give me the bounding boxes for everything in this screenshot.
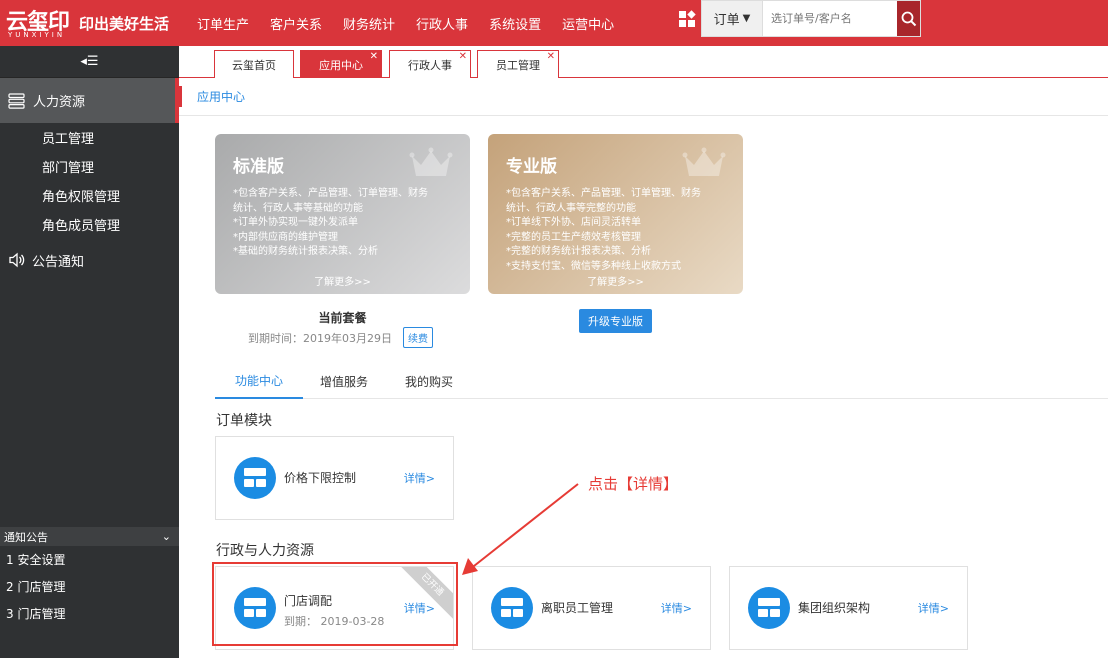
feature-card-org-structure[interactable]: 集团组织架构 详情> [729, 566, 968, 650]
card-title: 价格下限控制 [284, 471, 357, 485]
notice-panel-header[interactable]: 通知公告 ⌄ [0, 527, 179, 546]
tab-hr-admin[interactable]: 行政人事 ✕ [389, 50, 471, 78]
section-title-order: 订单模块 [216, 413, 272, 429]
tab-home[interactable]: 云玺首页 [214, 50, 294, 78]
sidebar-item-departments[interactable]: 部门管理 [0, 152, 179, 181]
learn-more-link[interactable]: 了解更多>> [215, 273, 470, 288]
chevron-down-icon: ⌄ [161, 530, 171, 543]
logo-sub-text: YUNXIYIN [8, 31, 66, 39]
plan-feature: *包含客户关系、产品管理、订单管理、财务 [506, 188, 701, 199]
upgrade-pro-button[interactable]: 升级专业版 [579, 309, 652, 333]
section-title-hr: 行政与人力资源 [216, 543, 314, 559]
sidebar: ◂☰ 人力资源 员工管理 部门管理 角色权限管理 角色成员管理 公告通知 通知公… [0, 46, 179, 658]
search-box: 订单 ▼ [701, 0, 921, 37]
top-bar: 云玺印 YUNXIYIN 印出美好生活 订单生产 客户关系 财务统计 行政人事 … [0, 0, 1108, 46]
module-icon [748, 587, 790, 629]
sidebar-item-role-permissions[interactable]: 角色权限管理 [0, 181, 179, 210]
module-icon [234, 457, 276, 499]
tab-label: 应用中心 [319, 58, 363, 72]
details-link[interactable]: 详情> [918, 600, 949, 616]
notice-panel: 通知公告 ⌄ 1 安全设置 2 门店管理 3 门店管理 [0, 527, 179, 627]
sidebar-announcements-label: 公告通知 [32, 254, 85, 270]
logo[interactable]: 云玺印 YUNXIYIN 印出美好生活 [0, 0, 180, 46]
speaker-icon [9, 252, 25, 268]
learn-more-link[interactable]: 了解更多>> [488, 273, 743, 288]
sidebar-item-employees[interactable]: 员工管理 [0, 123, 179, 152]
nav-item-hr[interactable]: 行政人事 [416, 14, 468, 33]
chevron-down-icon: ▼ [742, 13, 751, 24]
sidebar-group-label: 人力资源 [33, 95, 86, 110]
nav-item-operations[interactable]: 运营中心 [562, 14, 614, 33]
breadcrumb-label[interactable]: 应用中心 [197, 88, 245, 105]
tab-value-added-services[interactable]: 增值服务 [320, 364, 368, 399]
search-input[interactable] [763, 1, 897, 36]
top-nav: 订单生产 客户关系 财务统计 行政人事 系统设置 运营中心 [197, 0, 635, 46]
crown-icon [682, 147, 726, 176]
highlight-box [212, 562, 458, 646]
card-title: 离职员工管理 [541, 601, 614, 615]
search-button[interactable] [897, 1, 920, 36]
renew-button[interactable]: 续费 [403, 327, 433, 348]
notice-item[interactable]: 3 门店管理 [0, 600, 179, 627]
module-icon [491, 587, 533, 629]
search-icon [901, 11, 916, 26]
search-type-select[interactable]: 订单 ▼ [702, 1, 763, 36]
nav-item-order[interactable]: 订单生产 [197, 14, 249, 33]
crown-icon [409, 147, 453, 176]
nav-item-finance[interactable]: 财务统计 [343, 14, 395, 33]
nav-item-customer[interactable]: 客户关系 [270, 14, 322, 33]
plan-card-pro: 专业版 *包含客户关系、产品管理、订单管理、财务 统计、行政人事等完整的功能 *… [488, 134, 743, 294]
plan-feature: *订单线下外协、店间灵活转单 [506, 217, 641, 229]
feature-card-resigned-employees[interactable]: 离职员工管理 详情> [472, 566, 711, 650]
close-icon[interactable]: ✕ [547, 52, 555, 62]
plan-expiry: 到期时间：2019年03月29日 续费 [248, 327, 433, 348]
logo-slogan: 印出美好生活 [79, 14, 170, 33]
close-icon[interactable]: ✕ [459, 52, 467, 62]
apps-grid-icon[interactable] [679, 10, 696, 27]
search-type-label: 订单 [713, 13, 740, 28]
close-icon[interactable]: ✕ [370, 52, 378, 62]
tab-employee-management[interactable]: 员工管理 ✕ [477, 50, 559, 78]
card-title: 集团组织架构 [798, 601, 871, 615]
tab-app-center[interactable]: 应用中心 ✕ [300, 50, 382, 78]
function-tabs: 功能中心 增值服务 我的购买 [215, 364, 1108, 399]
plan-feature: *订单外协实现一键外发派单 [233, 217, 358, 229]
notice-item[interactable]: 2 门店管理 [0, 573, 179, 600]
tab-label: 云玺首页 [232, 58, 276, 72]
plan-feature: 统计、行政人事等基础的功能 [233, 202, 363, 214]
details-link[interactable]: 详情> [661, 600, 692, 616]
sidebar-group-hr[interactable]: 人力资源 [0, 78, 179, 123]
page-tabs: 云玺首页 应用中心 ✕ 行政人事 ✕ 员工管理 ✕ [179, 46, 1108, 78]
breadcrumb: 应用中心 [179, 78, 1108, 116]
breadcrumb-marker [179, 86, 182, 107]
plan-feature: *完整的财务统计报表决策、分析 [506, 246, 651, 258]
details-link[interactable]: 详情> [404, 470, 435, 486]
nav-item-settings[interactable]: 系统设置 [489, 14, 541, 33]
current-plan-label: 当前套餐 [318, 311, 367, 325]
tab-function-center[interactable]: 功能中心 [215, 364, 303, 399]
notice-item[interactable]: 1 安全设置 [0, 546, 179, 573]
plan-card-standard: 标准版 *包含客户关系、产品管理、订单管理、财务 统计、行政人事等基础的功能 *… [215, 134, 470, 294]
collapse-sidebar-icon[interactable]: ◂☰ [0, 46, 179, 78]
sidebar-item-announcements[interactable]: 公告通知 [0, 243, 179, 277]
feature-card-price-floor[interactable]: 价格下限控制 详情> [215, 436, 454, 520]
tab-label: 员工管理 [496, 58, 540, 72]
plan-feature: *完整的员工生产绩效考核管理 [506, 231, 641, 243]
plan-expiry-text: 到期时间：2019年03月29日 [248, 331, 392, 345]
sidebar-item-role-members[interactable]: 角色成员管理 [0, 210, 179, 239]
plan-feature: *基础的财务统计报表决策、分析 [233, 246, 378, 258]
plan-feature: *包含客户关系、产品管理、订单管理、财务 [233, 188, 428, 199]
tab-label: 行政人事 [408, 58, 452, 72]
plan-feature: *内部供应商的维护管理 [233, 231, 338, 243]
annotation-label: 点击【详情】 [588, 475, 679, 493]
tab-my-purchases[interactable]: 我的购买 [405, 364, 453, 399]
stack-icon [8, 92, 25, 109]
notice-panel-title: 通知公告 [4, 530, 48, 544]
plan-feature: 统计、行政人事等完整的功能 [506, 202, 636, 214]
